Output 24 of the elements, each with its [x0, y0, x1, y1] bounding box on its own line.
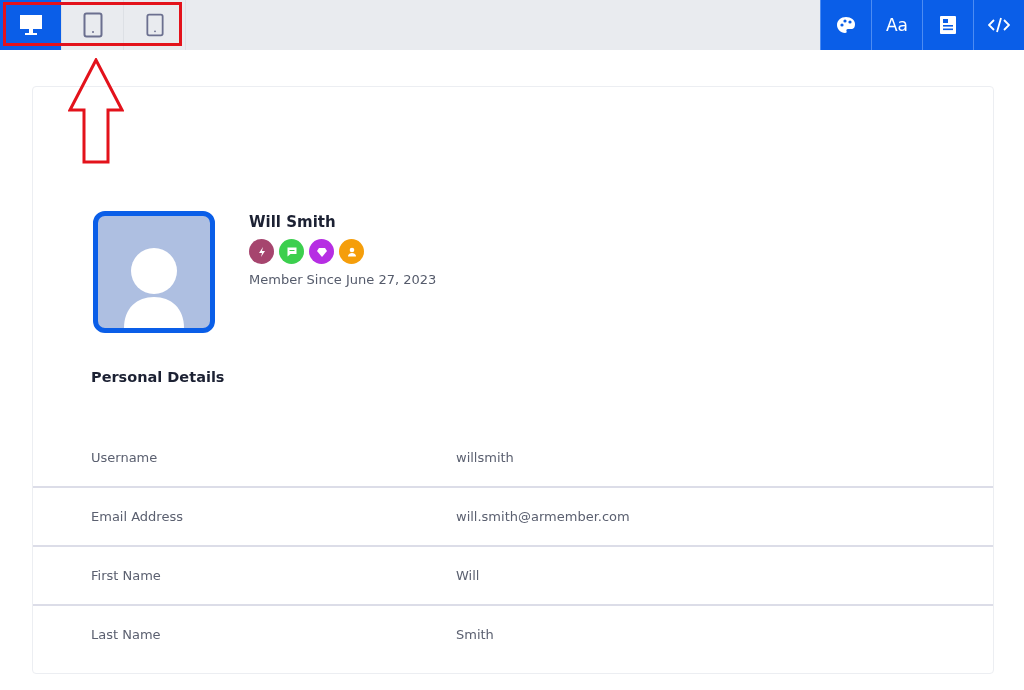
user-icon	[345, 245, 358, 258]
field-value: Will	[456, 568, 480, 583]
palette-button[interactable]	[820, 0, 871, 50]
section-title: Personal Details	[90, 368, 226, 387]
diamond-icon	[315, 245, 328, 258]
font-button[interactable]: Aa	[871, 0, 922, 50]
field-label: Username	[90, 450, 159, 465]
field-label: First Name	[90, 568, 162, 583]
monitor-icon	[18, 14, 43, 36]
tablet-icon	[82, 12, 103, 38]
code-button[interactable]	[973, 0, 1024, 50]
field-value: willsmith	[456, 450, 514, 465]
chat-bubble-icon	[285, 245, 298, 258]
document-icon	[940, 16, 956, 34]
field-label: Email Address	[90, 509, 184, 524]
palette-icon	[836, 16, 856, 34]
field-value: will.smith@armember.com	[456, 509, 630, 524]
field-label: Last Name	[90, 627, 162, 642]
member-since: Member Since June 27, 2023	[249, 272, 437, 287]
member-name: Will Smith	[249, 213, 337, 231]
mobile-icon	[145, 12, 164, 38]
form-button[interactable]	[922, 0, 973, 50]
code-icon	[988, 17, 1010, 33]
field-value: Smith	[456, 627, 494, 642]
